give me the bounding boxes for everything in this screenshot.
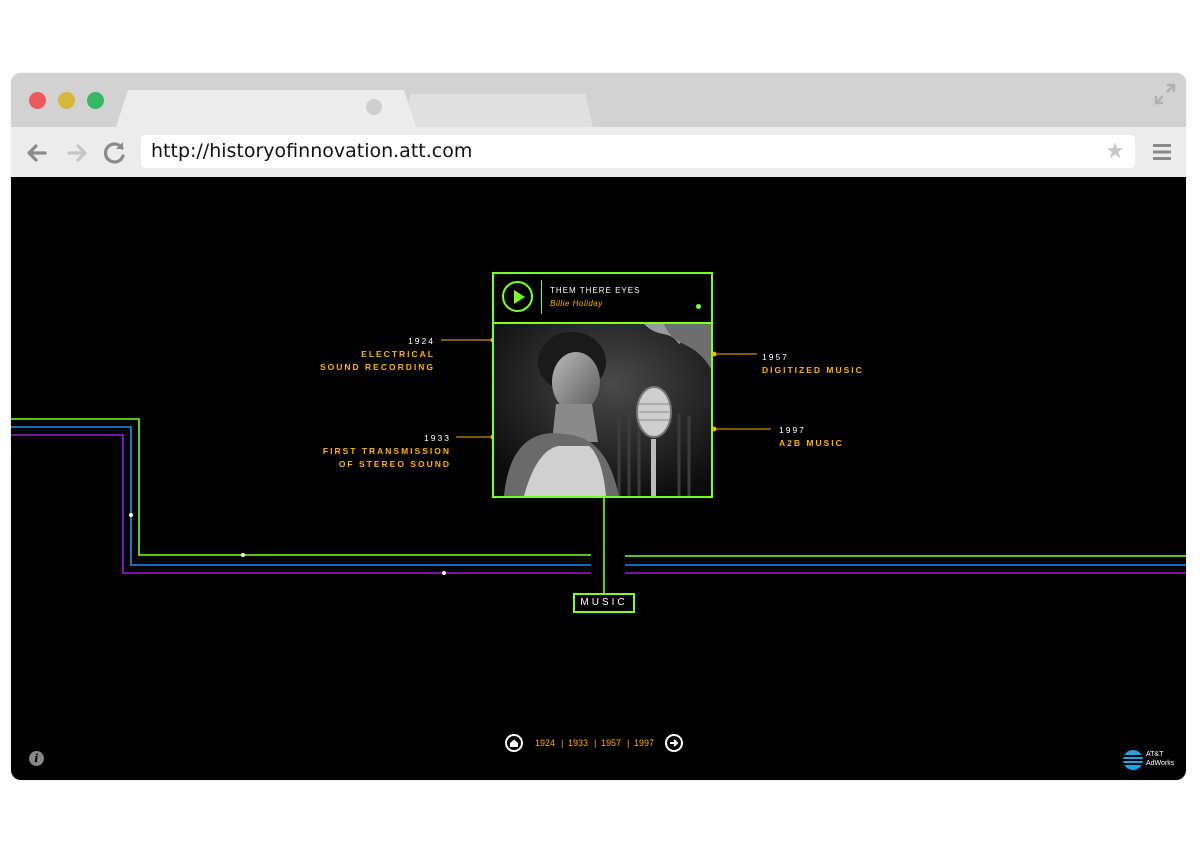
milestone-year: 1933: [424, 433, 451, 443]
milestone-year: 1957: [762, 352, 789, 362]
att-adworks-logo[interactable]: AT&T AdWorks: [1123, 749, 1183, 771]
tab-new[interactable]: [403, 94, 593, 127]
att-globe-icon: [1123, 750, 1143, 770]
player-header: THEM THERE EYES Billie Holiday: [494, 274, 711, 324]
milestone-label: DIGITIZED MUSIC: [762, 365, 864, 375]
forward-arrow-icon[interactable]: [63, 139, 91, 167]
brand-line1: AT&T: [1146, 751, 1164, 758]
tab-close-icon[interactable]: [366, 99, 382, 115]
milestone-label: OF STEREO SOUND: [338, 459, 451, 469]
next-arrow-icon[interactable]: [665, 734, 683, 752]
nav-year-1957[interactable]: 1957: [601, 738, 621, 748]
milestone-year: 1997: [779, 425, 806, 435]
page-content: THEM THERE EYES Billie Holiday 1924 ELEC…: [11, 177, 1186, 780]
hamburger-menu-icon[interactable]: [1152, 142, 1172, 162]
music-card: THEM THERE EYES Billie Holiday: [492, 272, 713, 498]
milestone-1933[interactable]: 1933 FIRST TRANSMISSION OF STEREO SOUND: [311, 432, 451, 471]
navigation-bar: http://historyofinnovation.att.com ★: [11, 127, 1186, 177]
milestone-1924[interactable]: 1924 ELECTRICAL SOUND RECORDING: [311, 335, 435, 374]
song-title: THEM THERE EYES: [550, 286, 641, 295]
nav-year-1933[interactable]: 1933: [568, 738, 588, 748]
singer-photo: [494, 324, 711, 496]
milestone-year: 1924: [408, 336, 435, 346]
address-bar[interactable]: http://historyofinnovation.att.com ★: [141, 135, 1135, 168]
close-window-button[interactable]: [29, 92, 46, 109]
milestone-label: FIRST TRANSMISSION: [322, 446, 451, 456]
reload-icon[interactable]: [101, 139, 129, 167]
milestone-label: ELECTRICAL: [361, 349, 435, 359]
milestone-1997[interactable]: 1997 A2B MUSIC: [779, 424, 919, 450]
nav-separator: |: [594, 738, 597, 748]
brand-line2: AdWorks: [1146, 760, 1175, 767]
url-text[interactable]: http://historyofinnovation.att.com: [151, 140, 472, 162]
nav-year-1924[interactable]: 1924: [535, 738, 555, 748]
maximize-window-button[interactable]: [87, 92, 104, 109]
info-icon[interactable]: i: [29, 751, 44, 766]
fullscreen-icon[interactable]: [1154, 83, 1176, 105]
nav-separator: |: [561, 738, 564, 748]
milestone-label: SOUND RECORDING: [319, 362, 435, 372]
milestone-1957[interactable]: 1957 DIGITIZED MUSIC: [762, 351, 902, 377]
nav-year-1997[interactable]: 1997: [634, 738, 654, 748]
header-divider: [541, 280, 542, 314]
brand-text: AT&T AdWorks: [1146, 750, 1174, 768]
status-dot: [696, 304, 701, 309]
play-icon[interactable]: [502, 281, 533, 312]
bookmark-star-icon[interactable]: ★: [1105, 140, 1125, 162]
minimize-window-button[interactable]: [58, 92, 75, 109]
browser-window: http://historyofinnovation.att.com ★ THE…: [11, 73, 1186, 780]
nav-separator: |: [627, 738, 630, 748]
milestone-label: A2B MUSIC: [779, 438, 844, 448]
category-label-music[interactable]: MUSIC: [573, 593, 635, 613]
tab-bar: [11, 73, 1186, 127]
back-arrow-icon[interactable]: [23, 139, 51, 167]
home-icon[interactable]: [505, 734, 523, 752]
song-artist: Billie Holiday: [550, 299, 603, 308]
